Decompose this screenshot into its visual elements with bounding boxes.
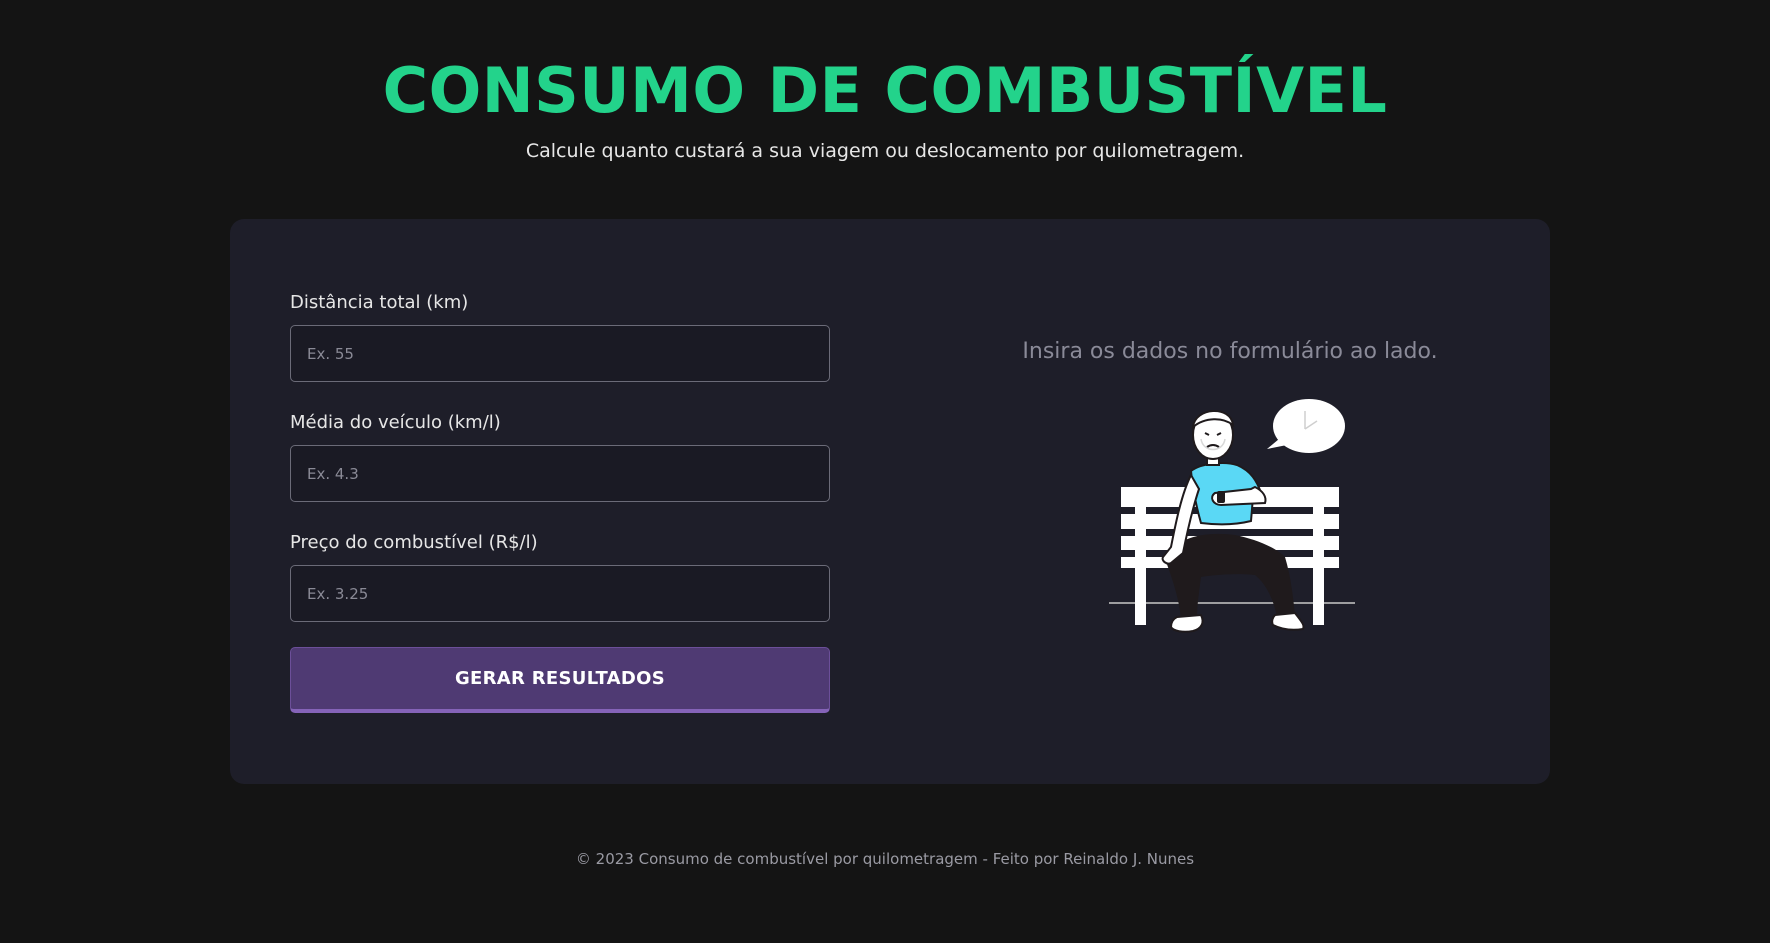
- footer-text: © 2023 Consumo de combustível por quilom…: [575, 850, 1195, 868]
- result-message: Insira os dados no formulário ao lado.: [1022, 339, 1438, 364]
- calculator-card: Distância total (km) Média do veículo (k…: [230, 219, 1550, 784]
- bench-leg-right: [1313, 497, 1324, 625]
- right-shoe: [1271, 611, 1305, 631]
- wristwatch-icon: [1217, 491, 1225, 503]
- page: CONSUMO DE COMBUSTÍVEL Calcule quanto cu…: [0, 0, 1770, 943]
- price-input[interactable]: [290, 565, 830, 622]
- average-label: Média do veículo (km/l): [290, 412, 501, 433]
- average-input[interactable]: [290, 445, 830, 502]
- man-waiting-on-bench-illustration: [1109, 399, 1355, 633]
- distance-label: Distância total (km): [290, 292, 469, 313]
- price-label: Preço do combustível (R$/l): [290, 532, 538, 553]
- generate-results-button[interactable]: GERAR RESULTADOS: [290, 647, 830, 713]
- left-shoe: [1169, 613, 1204, 633]
- bench-leg-left: [1135, 497, 1146, 625]
- fuel-form: Distância total (km) Média do veículo (k…: [290, 291, 830, 713]
- page-subtitle: Calcule quanto custará a sua viagem ou d…: [525, 140, 1245, 162]
- page-title: CONSUMO DE COMBUSTÍVEL: [382, 54, 1388, 127]
- distance-input[interactable]: [290, 325, 830, 382]
- result-panel: Insira os dados no formulário ao lado.: [950, 337, 1510, 647]
